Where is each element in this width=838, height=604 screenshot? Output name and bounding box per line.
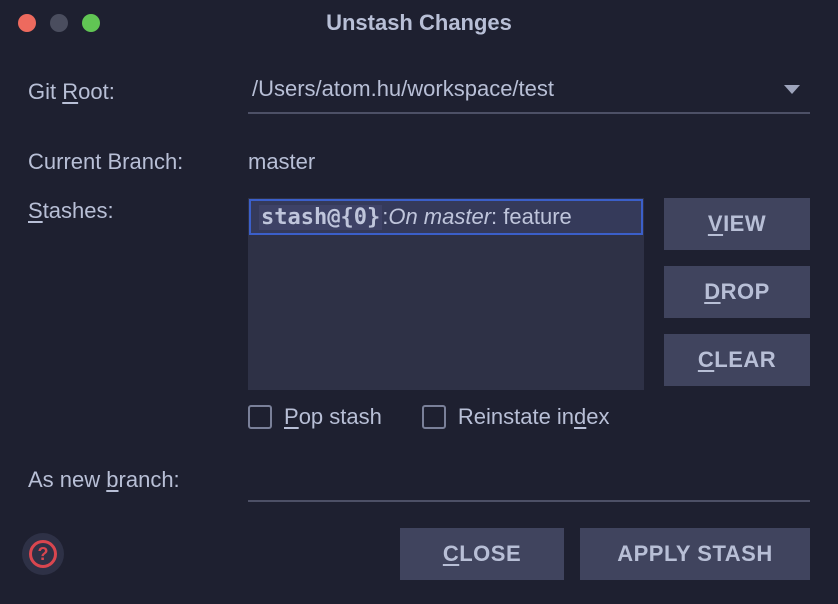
stash-item[interactable]: stash@{0}: On master: feature [249, 199, 643, 235]
view-button[interactable]: VIEW [664, 198, 810, 250]
clear-button[interactable]: CLEAR [664, 334, 810, 386]
new-branch-row: As new branch: [28, 458, 810, 502]
git-root-dropdown[interactable]: /Users/atom.hu/workspace/test [248, 70, 810, 114]
git-root-value: /Users/atom.hu/workspace/test [252, 76, 554, 102]
current-branch-row: Current Branch: master [28, 138, 810, 186]
git-root-row: Git Root: /Users/atom.hu/workspace/test [28, 68, 810, 116]
help-icon: ? [29, 540, 57, 568]
stash-list[interactable]: stash@{0}: On master: feature [248, 198, 644, 390]
reinstate-index-checkbox[interactable]: Reinstate index [422, 404, 610, 430]
zoom-window-icon[interactable] [82, 14, 100, 32]
drop-button[interactable]: DROP [664, 266, 810, 318]
stashes-row: Stashes: stash@{0}: On master: feature P… [28, 198, 810, 430]
stash-id: stash@{0} [259, 205, 382, 230]
dialog-title: Unstash Changes [0, 10, 838, 36]
minimize-window-icon[interactable] [50, 14, 68, 32]
window-controls [0, 14, 100, 32]
chevron-down-icon [784, 85, 800, 94]
git-root-label: Git Root: [28, 79, 248, 105]
new-branch-input[interactable] [248, 458, 810, 502]
checkbox-icon [248, 405, 272, 429]
stashes-label: Stashes: [28, 198, 248, 224]
close-window-icon[interactable] [18, 14, 36, 32]
new-branch-label: As new branch: [28, 467, 248, 493]
current-branch-value: master [248, 149, 315, 175]
help-button[interactable]: ? [22, 533, 64, 575]
current-branch-label: Current Branch: [28, 149, 248, 175]
apply-stash-button[interactable]: APPLY STASH [580, 528, 810, 580]
close-button[interactable]: CLOSE [400, 528, 564, 580]
checkbox-icon [422, 405, 446, 429]
pop-stash-checkbox[interactable]: Pop stash [248, 404, 382, 430]
titlebar: Unstash Changes [0, 0, 838, 46]
